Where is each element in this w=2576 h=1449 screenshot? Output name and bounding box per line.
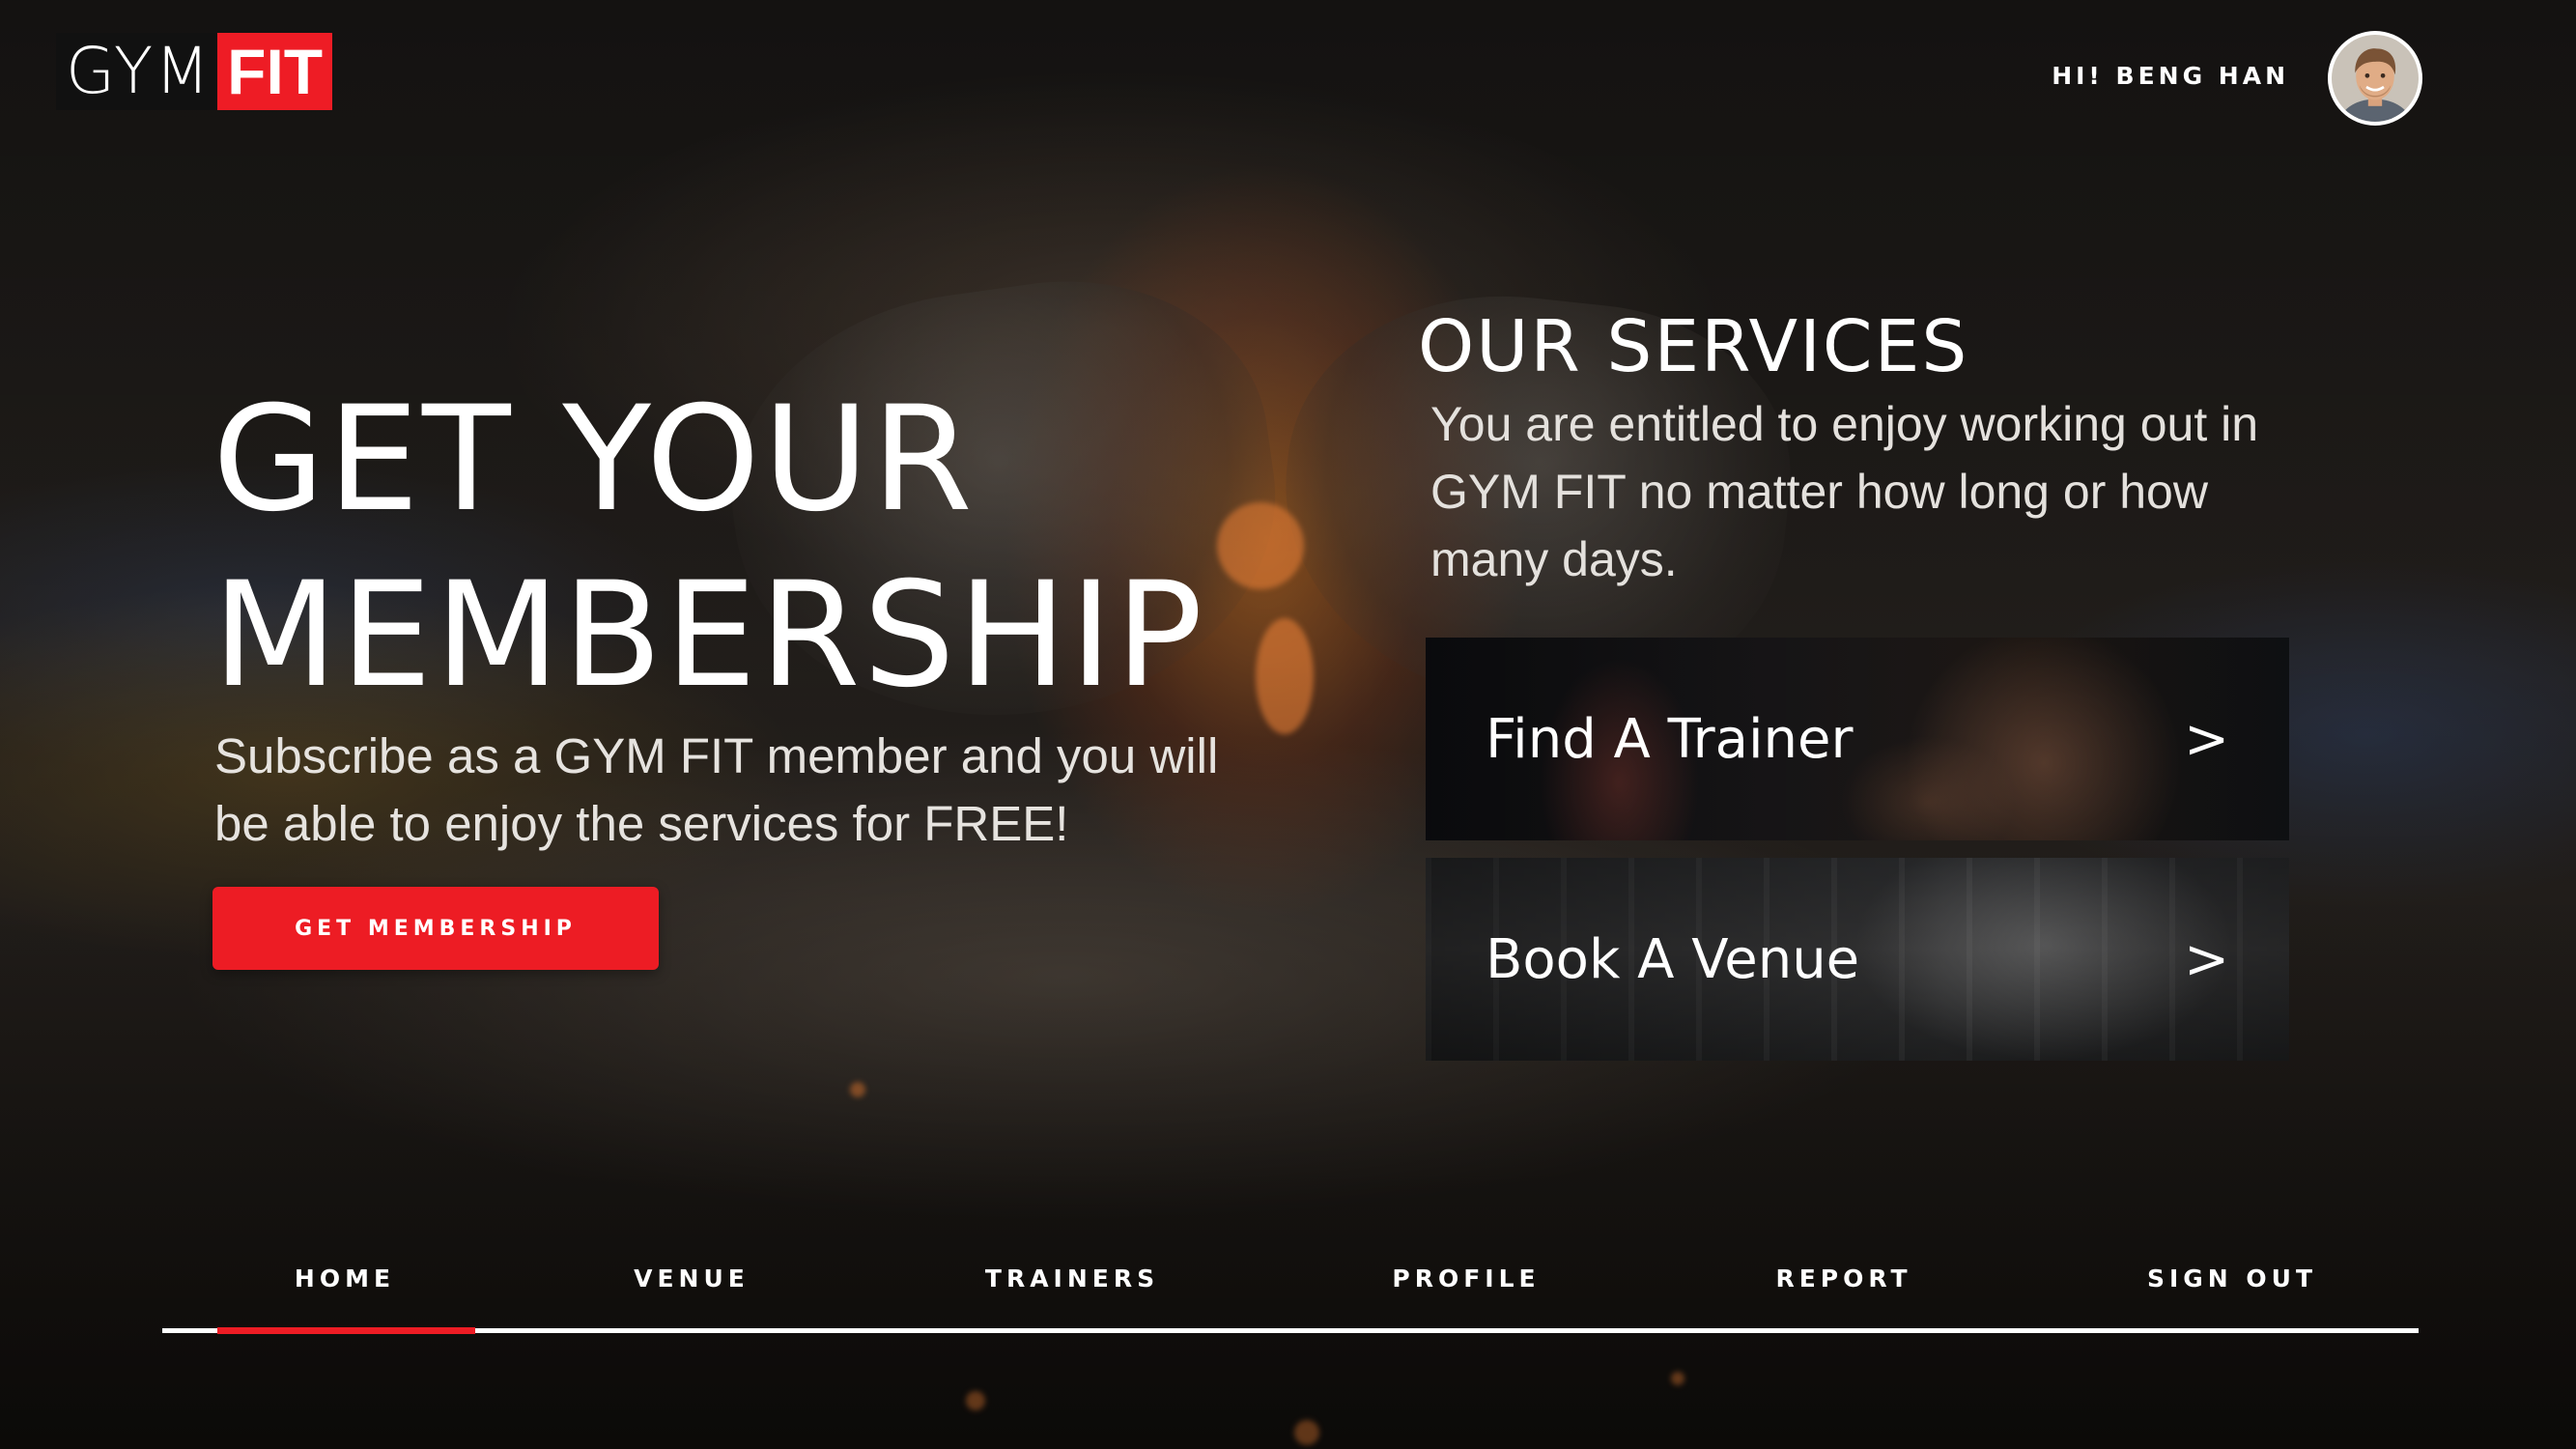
book-venue-label: Book A Venue	[1486, 927, 1860, 991]
nav-active-indicator	[217, 1327, 475, 1334]
nav-item-report[interactable]: REPORT	[1775, 1250, 1911, 1308]
nav-item-sign-out[interactable]: SIGN OUT	[2147, 1250, 2317, 1308]
hero-title: GET YOUR MEMBERSHIP	[212, 372, 1294, 724]
find-trainer-card[interactable]: Find A Trainer >	[1426, 638, 2289, 840]
find-trainer-label: Find A Trainer	[1486, 707, 1854, 771]
nav-underline-track	[162, 1328, 2419, 1333]
chevron-right-icon: >	[2184, 707, 2229, 771]
services-title: OUR SERVICES	[1418, 305, 1969, 388]
hero-subtitle: Subscribe as a GYM FIT member and you wi…	[214, 728, 1219, 851]
nav-item-venue[interactable]: VENUE	[634, 1250, 750, 1308]
nav-item-profile[interactable]: PROFILE	[1392, 1250, 1540, 1308]
user-avatar[interactable]	[2328, 31, 2422, 126]
chevron-right-icon: >	[2184, 927, 2229, 991]
logo-text-fit: FIT	[217, 33, 333, 110]
book-venue-card[interactable]: Book A Venue >	[1426, 858, 2289, 1061]
nav-item-home[interactable]: HOME	[295, 1250, 395, 1308]
get-membership-button[interactable]: GET MEMBERSHIP	[212, 887, 659, 970]
services-description: You are entitled to enjoy working out in…	[1430, 397, 2259, 586]
hero-title-line1: GET YOUR	[212, 376, 976, 544]
nav-item-trainers[interactable]: TRAINERS	[985, 1250, 1159, 1308]
user-avatar-icon	[2332, 35, 2419, 122]
user-greeting: HI! BENG HAN	[2052, 62, 2289, 90]
hero-title-line2: MEMBERSHIP	[212, 552, 1206, 720]
gymfit-logo[interactable]: GYM FIT	[56, 33, 333, 110]
logo-text-gym: GYM	[66, 34, 212, 108]
